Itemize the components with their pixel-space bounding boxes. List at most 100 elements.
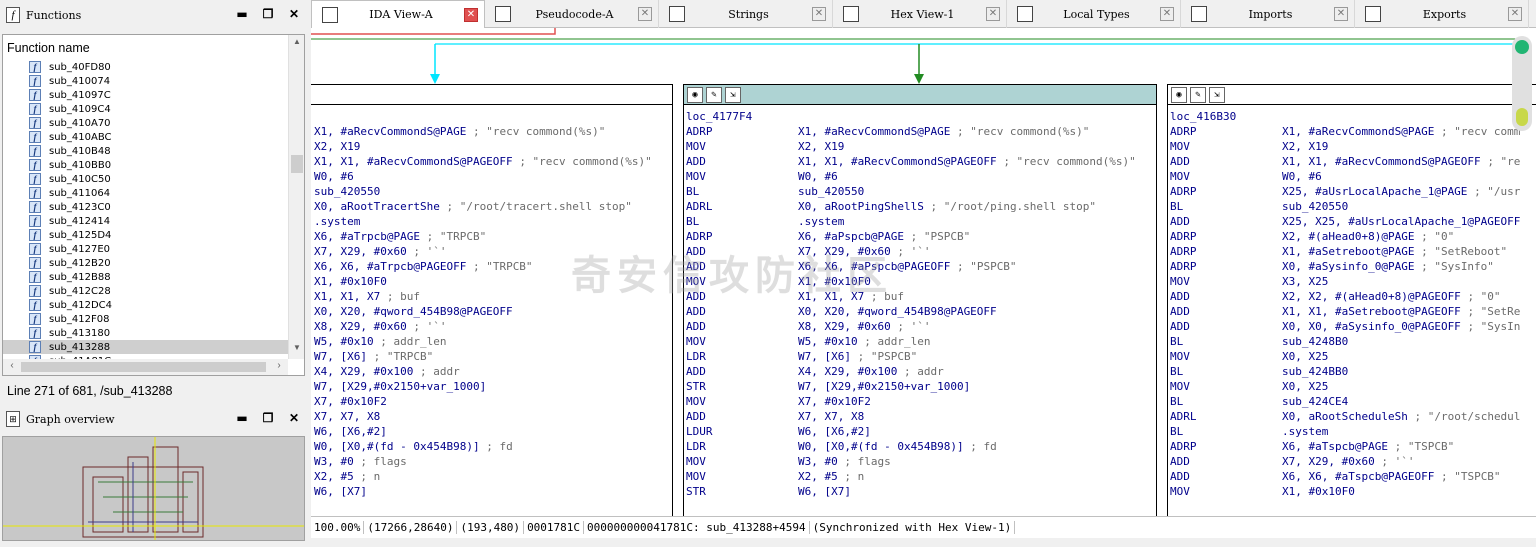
close-tab-icon[interactable]: ✕ — [1160, 7, 1174, 21]
asm-line[interactable]: ADRP X1, #aRecvCommondS@PAGE ; "recv comm — [1170, 124, 1536, 139]
asm-line[interactable]: X6, #aTrpcb@PAGE ; "TRPCB" — [314, 229, 672, 244]
group-node-icon[interactable]: ⇲ — [1209, 86, 1225, 103]
rename-node-icon[interactable]: ✎ — [706, 86, 722, 103]
scrollbar-thumb[interactable] — [291, 155, 303, 173]
node-label[interactable] — [314, 109, 672, 124]
color-node-icon[interactable]: ◉ — [687, 86, 703, 103]
color-node-icon[interactable]: ◉ — [1171, 86, 1187, 103]
asm-line[interactable]: MOV X7, #0x10F2 — [686, 394, 1156, 409]
asm-line[interactable]: ADRP X6, #aTspcb@PAGE ; "TSPCB" — [1170, 439, 1536, 454]
asm-line[interactable]: BL .system — [1170, 424, 1536, 439]
function-list-item[interactable]: f sub_4127E0 — [3, 242, 288, 256]
asm-line[interactable]: ADD X8, X29, #0x60 ; '`' — [686, 319, 1156, 334]
tab-local-types[interactable]: Local Types ✕ — [1007, 0, 1181, 28]
asm-line[interactable]: X4, X29, #0x100 ; addr — [314, 364, 672, 379]
asm-line[interactable]: X2, #5 ; n — [314, 469, 672, 484]
function-list-item[interactable]: f sub_413288 — [3, 340, 288, 354]
close-tab-icon[interactable]: ✕ — [1508, 7, 1522, 21]
scroll-right-icon[interactable]: › — [272, 360, 286, 371]
asm-line[interactable]: ADD X7, X7, X8 — [686, 409, 1156, 424]
close-tab-icon[interactable]: ✕ — [812, 7, 826, 21]
asm-line[interactable]: W3, #0 ; flags — [314, 454, 672, 469]
asm-line[interactable]: ADD X4, X29, #0x100 ; addr — [686, 364, 1156, 379]
function-list-item[interactable]: f sub_412DC4 — [3, 298, 288, 312]
function-list-item[interactable]: f sub_410A70 — [3, 116, 288, 130]
asm-line[interactable]: ADD X1, X1, #aSetreboot@PAGEOFF ; "SetRe — [1170, 304, 1536, 319]
asm-line[interactable]: X0, aRootTracertShe ; "/root/tracert.she… — [314, 199, 672, 214]
asm-line[interactable]: MOV W0, #6 — [1170, 169, 1536, 184]
asm-line[interactable]: LDR W7, [X6] ; "PSPCB" — [686, 349, 1156, 364]
tab-imports[interactable]: Imports ✕ — [1181, 0, 1355, 28]
functions-horizontal-scrollbar[interactable]: ‹ › — [3, 359, 288, 375]
asm-line[interactable]: ADD X2, X2, #(aHead0+8)@PAGEOFF ; "0" — [1170, 289, 1536, 304]
asm-line[interactable]: BL .system — [686, 214, 1156, 229]
asm-line[interactable]: W0, #6 — [314, 169, 672, 184]
asm-line[interactable]: W6, [X6,#2] — [314, 424, 672, 439]
asm-line[interactable]: ADD X1, X1, #aRecvCommondS@PAGEOFF ; "re — [1170, 154, 1536, 169]
function-list-item[interactable]: f sub_4125D4 — [3, 228, 288, 242]
function-list-item[interactable]: f sub_40FD80 — [3, 60, 288, 74]
function-list-item[interactable]: f sub_4123C0 — [3, 200, 288, 214]
asm-line[interactable]: MOV W5, #0x10 ; addr_len — [686, 334, 1156, 349]
tab-pseudocode-a[interactable]: Pseudocode-A ✕ — [485, 0, 659, 28]
asm-line[interactable]: MOV W3, #0 ; flags — [686, 454, 1156, 469]
asm-line[interactable]: STR W6, [X7] — [686, 484, 1156, 499]
asm-line[interactable]: BL sub_420550 — [686, 184, 1156, 199]
asm-line[interactable]: MOV X0, X25 — [1170, 379, 1536, 394]
function-list-item[interactable]: f sub_410B48 — [3, 144, 288, 158]
close-tab-icon[interactable]: ✕ — [986, 7, 1000, 21]
tab-exports[interactable]: Exports ✕ — [1355, 0, 1529, 28]
asm-line[interactable]: ADD X6, X6, #aTspcb@PAGEOFF ; "TSPCB" — [1170, 469, 1536, 484]
function-list-item[interactable]: f sub_413180 — [3, 326, 288, 340]
rename-node-icon[interactable]: ✎ — [1190, 86, 1206, 103]
tab-strings[interactable]: Strings ✕ — [659, 0, 833, 28]
asm-line[interactable]: X8, X29, #0x60 ; '`' — [314, 319, 672, 334]
zoom-handle-icon[interactable] — [1515, 40, 1529, 54]
asm-line[interactable]: .system — [314, 214, 672, 229]
asm-line[interactable]: ADRP X0, #aSysinfo_0@PAGE ; "SysInfo" — [1170, 259, 1536, 274]
close-tab-icon[interactable]: ✕ — [638, 7, 652, 21]
asm-line[interactable]: X7, X7, X8 — [314, 409, 672, 424]
scroll-up-icon[interactable]: ▲ — [289, 37, 305, 51]
restore-icon[interactable]: ❐ — [262, 8, 274, 20]
asm-line[interactable]: ADD X0, X0, #aSysinfo_0@PAGEOFF ; "SysIn — [1170, 319, 1536, 334]
function-list-item[interactable]: f sub_41097C — [3, 88, 288, 102]
minimize-icon[interactable]: ▬ — [236, 412, 248, 424]
function-list-item[interactable]: f sub_410C50 — [3, 172, 288, 186]
asm-line[interactable]: ADD X1, X1, #aRecvCommondS@PAGEOFF ; "rec… — [686, 154, 1156, 169]
asm-line[interactable]: BL sub_424CE4 — [1170, 394, 1536, 409]
asm-line[interactable]: BL sub_4248B0 — [1170, 334, 1536, 349]
function-list-item[interactable]: f sub_410BB0 — [3, 158, 288, 172]
function-list-item[interactable]: f sub_412C28 — [3, 284, 288, 298]
graph-overview-canvas[interactable] — [2, 436, 305, 541]
asm-line[interactable]: BL sub_424BB0 — [1170, 364, 1536, 379]
functions-vertical-scrollbar[interactable]: ▲ ▼ — [288, 35, 304, 359]
function-list-item[interactable]: f sub_410ABC — [3, 130, 288, 144]
asm-line[interactable]: MOV X1, #0x10F0 — [1170, 484, 1536, 499]
asm-line[interactable]: LDUR W6, [X6,#2] — [686, 424, 1156, 439]
function-list-item[interactable]: f sub_412B88 — [3, 270, 288, 284]
close-tab-icon[interactable]: ✕ — [464, 7, 478, 22]
asm-line[interactable]: ADD X0, X20, #qword_454B98@PAGEOFF — [686, 304, 1156, 319]
function-list-item[interactable]: f sub_410074 — [3, 74, 288, 88]
asm-line[interactable]: MOV X0, X25 — [1170, 349, 1536, 364]
asm-line[interactable]: X1, #aRecvCommondS@PAGE ; "recv commond(… — [314, 124, 672, 139]
restore-icon[interactable]: ❐ — [262, 412, 274, 424]
graph-canvas[interactable]: X1, #aRecvCommondS@PAGE ; "recv commond(… — [311, 28, 1536, 516]
tab-hex-view-1[interactable]: Hex View-1 ✕ — [833, 0, 1007, 28]
asm-line[interactable]: ADRP X1, #aSetreboot@PAGE ; "SetReboot" — [1170, 244, 1536, 259]
asm-line[interactable]: W5, #0x10 ; addr_len — [314, 334, 672, 349]
function-list-item[interactable]: f sub_411064 — [3, 186, 288, 200]
function-list-item[interactable]: f sub_4109C4 — [3, 102, 288, 116]
asm-line[interactable]: X2, X19 — [314, 139, 672, 154]
asm-line[interactable]: MOV X2, X19 — [1170, 139, 1536, 154]
asm-line[interactable]: ADD X25, X25, #aUsrLocalApache_1@PAGEOFF — [1170, 214, 1536, 229]
close-icon[interactable]: ✕ — [288, 8, 300, 20]
close-icon[interactable]: ✕ — [288, 412, 300, 424]
asm-line[interactable]: W7, [X29,#0x2150+var_1000] — [314, 379, 672, 394]
tab-ida-view-a[interactable]: IDA View-A ✕ — [311, 0, 485, 28]
asm-line[interactable]: X1, X1, #aRecvCommondS@PAGEOFF ; "recv c… — [314, 154, 672, 169]
asm-line[interactable]: ADD X7, X29, #0x60 ; '`' — [1170, 454, 1536, 469]
asm-line[interactable]: STR W7, [X29,#0x2150+var_1000] — [686, 379, 1156, 394]
function-list-item[interactable]: f sub_412414 — [3, 214, 288, 228]
